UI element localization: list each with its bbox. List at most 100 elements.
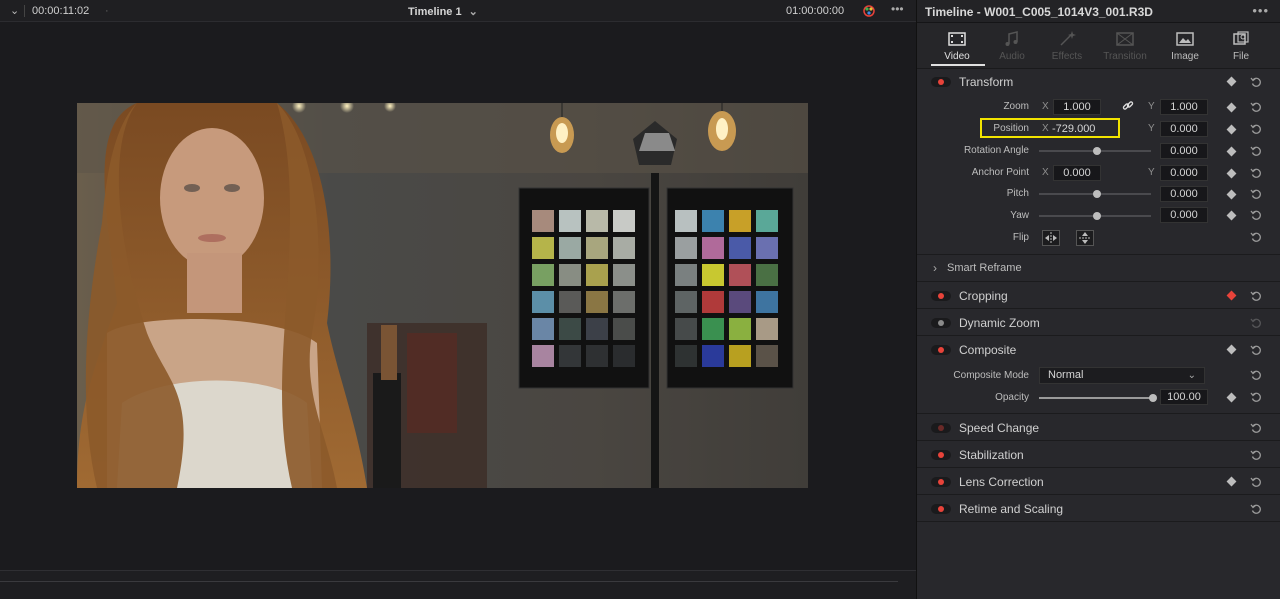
viewer-panel: ⌄ 00:00:11:02 · Timeline 1 ⌄ 01:00:00:00…	[0, 0, 916, 599]
zoom-y-field[interactable]: 1.000	[1160, 99, 1208, 115]
reset-icon[interactable]	[1250, 290, 1262, 302]
rotation-angle-label: Rotation Angle	[963, 145, 1029, 156]
flip-vertical-icon	[1079, 232, 1091, 244]
transform-toggle[interactable]	[931, 77, 951, 87]
zoom-x-axis: X	[1042, 101, 1049, 112]
position-y-field[interactable]: 0.000	[1160, 121, 1208, 137]
reset-icon[interactable]	[1250, 123, 1262, 135]
record-timecode[interactable]: 01:00:00:00	[786, 5, 844, 17]
reset-icon[interactable]	[1250, 167, 1262, 179]
opacity-field[interactable]: 100.00	[1160, 389, 1208, 405]
reset-icon[interactable]	[1250, 391, 1262, 403]
retime-scaling-toggle[interactable]	[931, 504, 951, 514]
cropping-toggle[interactable]	[931, 291, 951, 301]
tab-video-label: Video	[944, 51, 970, 62]
keyframe-icon[interactable]	[1226, 476, 1237, 487]
yaw-slider[interactable]	[1039, 212, 1151, 220]
lens-correction-toggle[interactable]	[931, 477, 951, 487]
tab-image-label: Image	[1171, 51, 1199, 62]
zoom-x-field[interactable]: 1.000	[1053, 99, 1101, 115]
cropping-section[interactable]: Cropping	[917, 282, 1280, 309]
source-timecode[interactable]: 00:00:11:02	[32, 5, 89, 17]
scrub-track[interactable]	[0, 581, 898, 582]
reset-icon[interactable]	[1250, 476, 1262, 488]
yaw-label: Yaw	[1010, 210, 1029, 221]
rotation-angle-field[interactable]: 0.000	[1160, 143, 1208, 159]
speed-change-toggle[interactable]	[931, 423, 951, 433]
active-tab-indicator	[931, 64, 985, 66]
tab-transition[interactable]: Transition	[1097, 29, 1153, 62]
composite-mode-label: Composite Mode	[953, 370, 1029, 381]
tab-file[interactable]: File	[1213, 29, 1269, 62]
dynamic-zoom-toggle[interactable]	[931, 318, 951, 328]
keyframe-icon[interactable]	[1226, 290, 1237, 301]
stabilization-toggle[interactable]	[931, 450, 951, 460]
image-icon	[1176, 32, 1194, 46]
video-frame	[77, 103, 808, 488]
inspector-options-menu[interactable]: •••	[1252, 3, 1269, 18]
color-wheel-icon[interactable]	[862, 4, 876, 21]
reset-icon[interactable]	[1250, 145, 1262, 157]
viewer-scrub-bar[interactable]	[0, 570, 916, 599]
tab-effects[interactable]: Effects	[1039, 29, 1095, 62]
film-icon	[948, 32, 966, 46]
zoom-label: Zoom	[1003, 101, 1029, 112]
opacity-slider[interactable]	[1039, 394, 1157, 402]
dot-separator: ·	[105, 5, 109, 17]
tab-effects-label: Effects	[1051, 51, 1083, 62]
smart-reframe-row[interactable]: › Smart Reframe	[917, 255, 1280, 282]
tab-file-label: File	[1232, 51, 1250, 62]
retime-scaling-section[interactable]: Retime and Scaling	[917, 495, 1280, 522]
reset-icon[interactable]	[1250, 503, 1262, 515]
timeline-name[interactable]: Timeline 1 ⌄	[408, 5, 478, 18]
file-icon	[1233, 31, 1249, 45]
link-icon[interactable]	[1122, 100, 1134, 112]
pitch-field[interactable]: 0.000	[1160, 186, 1208, 202]
reset-icon[interactable]	[1250, 344, 1262, 356]
stabilization-section[interactable]: Stabilization	[917, 441, 1280, 468]
app-root: ⌄ 00:00:11:02 · Timeline 1 ⌄ 01:00:00:00…	[0, 0, 1280, 599]
flip-label: Flip	[1012, 232, 1029, 243]
slider-knob[interactable]	[1093, 190, 1101, 198]
slider-knob[interactable]	[1149, 394, 1157, 402]
zoom-y-axis: Y	[1148, 101, 1155, 112]
viewer-options-menu[interactable]: •••	[891, 3, 904, 15]
tab-video[interactable]: Video	[929, 29, 985, 62]
flip-horizontal-button[interactable]	[1042, 230, 1060, 246]
dynamic-zoom-section[interactable]: Dynamic Zoom	[917, 309, 1280, 336]
tab-transition-label: Transition	[1103, 51, 1147, 62]
tab-image[interactable]: Image	[1157, 29, 1213, 62]
reset-icon[interactable]	[1250, 449, 1262, 461]
yaw-field[interactable]: 0.000	[1160, 207, 1208, 223]
keyframe-icon[interactable]	[1226, 76, 1237, 87]
tab-audio[interactable]: Audio	[984, 29, 1040, 62]
stabilization-title: Stabilization	[959, 448, 1024, 462]
reset-icon[interactable]	[1250, 422, 1262, 434]
composite-toggle[interactable]	[931, 345, 951, 355]
inspector-panel: Timeline - W001_C005_1014V3_001.R3D ••• …	[916, 0, 1280, 599]
reset-icon[interactable]	[1250, 209, 1262, 221]
speed-change-section[interactable]: Speed Change	[917, 414, 1280, 441]
flip-vertical-button[interactable]	[1076, 230, 1094, 246]
viewer-toolbar: ⌄ 00:00:11:02 · Timeline 1 ⌄ 01:00:00:00…	[0, 0, 916, 22]
anchor-y-field[interactable]: 0.000	[1160, 165, 1208, 181]
lens-correction-section[interactable]: Lens Correction	[917, 468, 1280, 495]
magic-wand-icon	[1060, 31, 1076, 46]
keyframe-icon[interactable]	[1226, 344, 1237, 355]
reset-icon[interactable]	[1250, 76, 1262, 88]
reset-icon[interactable]	[1250, 101, 1262, 113]
pitch-slider[interactable]	[1039, 190, 1151, 198]
slider-knob[interactable]	[1093, 212, 1101, 220]
rotation-slider[interactable]	[1039, 147, 1151, 155]
reset-icon[interactable]	[1250, 188, 1262, 200]
reset-icon[interactable]	[1250, 317, 1262, 329]
reset-icon[interactable]	[1250, 231, 1262, 243]
slider-knob[interactable]	[1093, 147, 1101, 155]
reset-icon[interactable]	[1250, 369, 1262, 381]
viewer-dropdown-chevron[interactable]: ⌄	[10, 5, 19, 17]
inspector-title: Timeline - W001_C005_1014V3_001.R3D	[925, 5, 1153, 19]
transform-header[interactable]: Transform	[917, 69, 1280, 95]
anchor-x-field[interactable]: 0.000	[1053, 165, 1101, 181]
composite-mode-dropdown[interactable]: Normal ⌄	[1039, 367, 1205, 384]
smart-reframe-label: Smart Reframe	[947, 262, 1022, 274]
